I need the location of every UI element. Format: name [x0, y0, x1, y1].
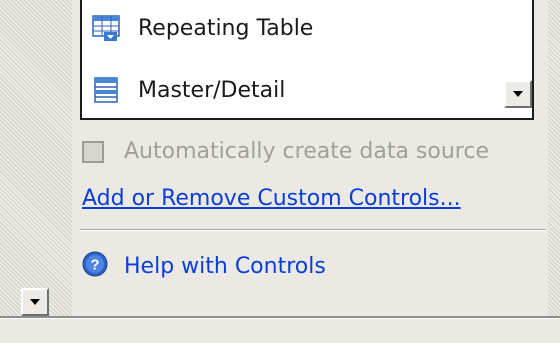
listbox-scroll-down-button[interactable] [504, 80, 532, 108]
svg-text:?: ? [90, 257, 99, 274]
list-item-repeating-table[interactable]: Repeating Table [92, 8, 492, 48]
arrow-down-icon [30, 299, 40, 305]
list-item-label: Repeating Table [138, 15, 314, 41]
help-label: Help with Controls [124, 253, 326, 279]
help-icon: ? [82, 251, 108, 281]
add-remove-custom-controls-link[interactable]: Add or Remove Custom Controls... [82, 186, 461, 211]
list-item-master-detail[interactable]: Master/Detail [92, 70, 492, 110]
left-hatched-area [0, 0, 72, 316]
auto-create-label: Automatically create data source [124, 139, 489, 164]
right-hatched-area [548, 0, 560, 316]
master-detail-icon [92, 76, 120, 104]
auto-create-option: Automatically create data source [82, 139, 489, 164]
arrow-down-icon [513, 91, 523, 97]
divider [80, 229, 546, 231]
outer-scroll-down-button[interactable] [21, 288, 49, 316]
list-item-label: Master/Detail [138, 77, 286, 103]
controls-listbox: Repeating Table Master/Detail [80, 0, 534, 120]
controls-task-pane: Repeating Table Master/Detail Automatica… [72, 0, 548, 316]
help-with-controls-link[interactable]: ? Help with Controls [82, 251, 326, 281]
auto-create-checkbox[interactable] [82, 140, 104, 163]
repeating-table-icon [92, 14, 120, 42]
bottom-status-bar [0, 316, 560, 343]
